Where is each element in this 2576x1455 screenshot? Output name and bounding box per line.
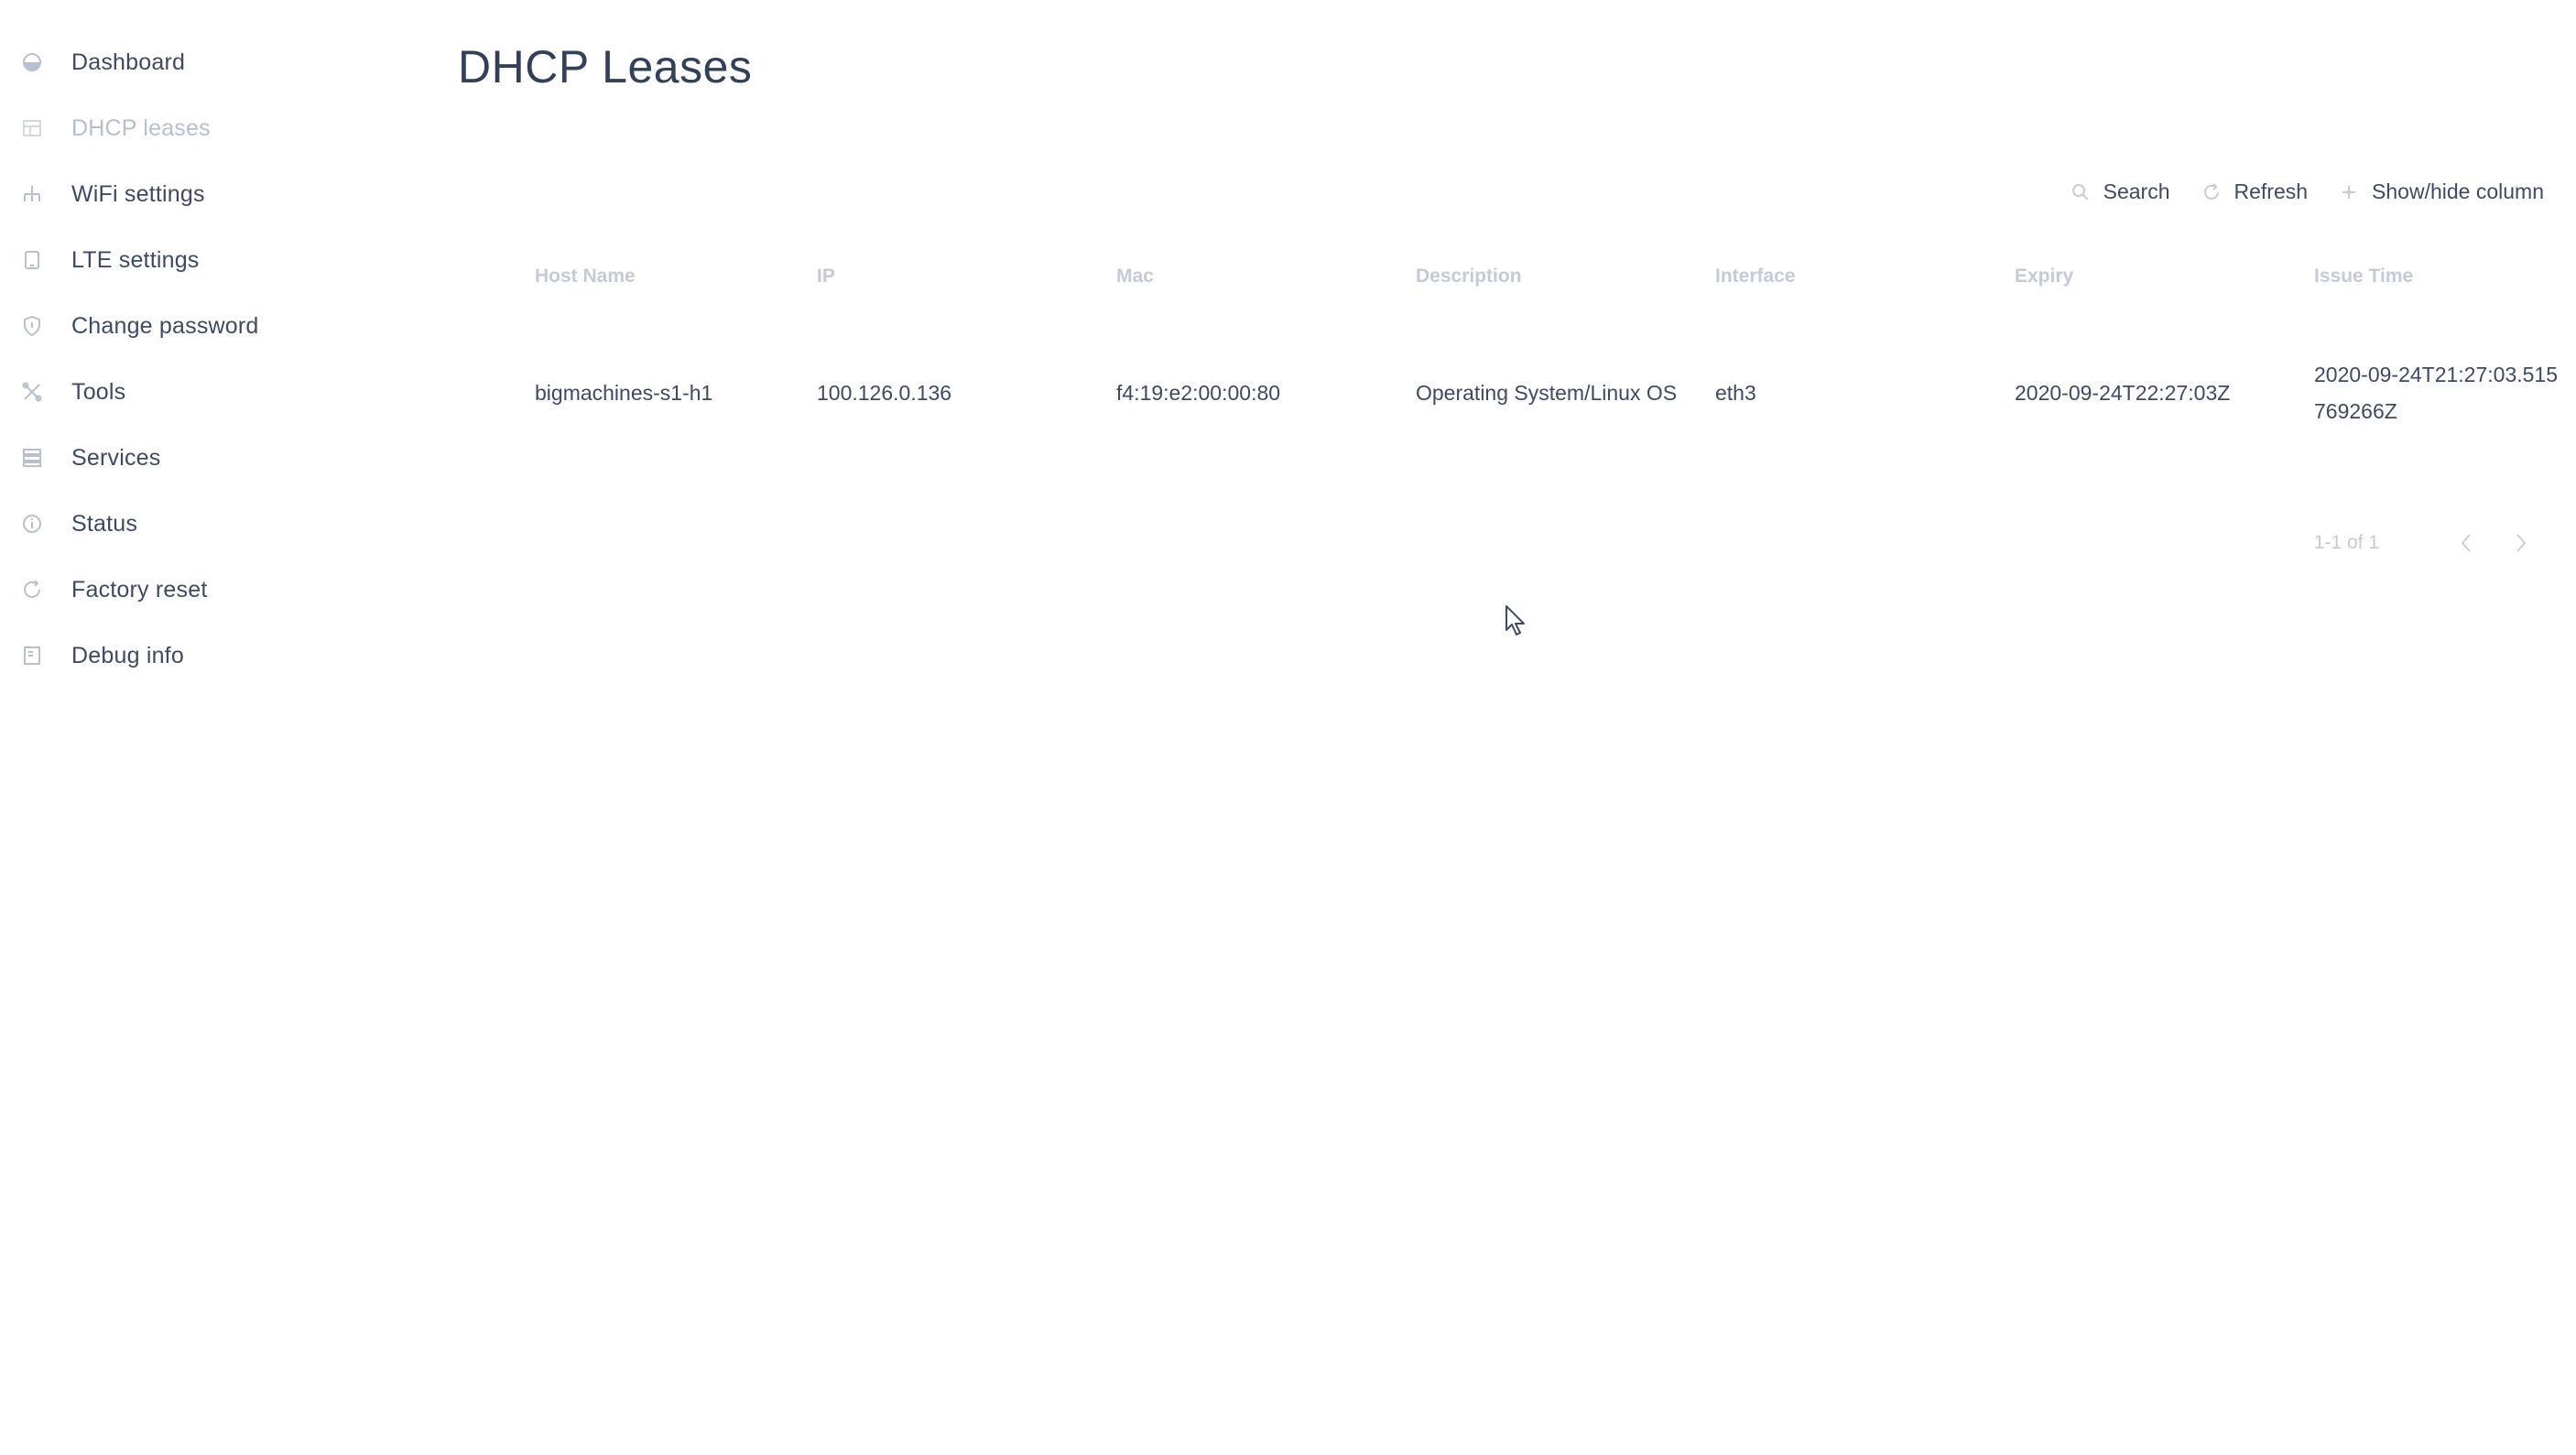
tools-icon — [20, 380, 44, 404]
sidebar-item-label: DHCP leases — [71, 114, 211, 141]
shield-icon — [20, 314, 44, 338]
network-icon — [20, 182, 44, 206]
show-hide-column-button[interactable]: Show/hide column — [2339, 179, 2544, 204]
chevron-right-icon — [2516, 534, 2527, 552]
sidebar-item-label: WiFi settings — [71, 180, 205, 207]
search-icon — [2071, 182, 2091, 202]
sidebar-item-tools[interactable]: Tools — [0, 359, 403, 425]
cell-host-name: bigmachines-s1-h1 — [535, 381, 713, 405]
search-label: Search — [2103, 179, 2170, 203]
column-header-interface[interactable]: Interface — [1715, 266, 2015, 288]
column-header-host-name[interactable]: Host Name — [535, 266, 817, 288]
column-header-ip[interactable]: IP — [817, 266, 1116, 288]
cell-interface: eth3 — [1715, 381, 1756, 405]
search-button[interactable]: Search — [2071, 179, 2170, 204]
sidebar-item-factory-reset[interactable]: Factory reset — [0, 557, 403, 623]
info-icon — [20, 512, 44, 536]
services-icon — [20, 446, 44, 470]
column-header-issue-time[interactable]: Issue Time — [2314, 266, 2559, 288]
sidebar-item-services[interactable]: Services — [0, 425, 403, 491]
page: Dashboard DHCP leases WiFi settings LTE … — [0, 0, 2576, 1455]
pagination-range: 1-1 of 1 — [2313, 532, 2379, 553]
sidebar-item-label: Status — [71, 510, 138, 537]
chevron-left-icon — [2461, 534, 2471, 552]
sidebar-item-label: Debug info — [71, 642, 184, 668]
column-header-mac[interactable]: Mac — [1116, 266, 1416, 288]
mouse-cursor-icon — [1505, 605, 1525, 635]
sidebar-item-wifi-settings[interactable]: WiFi settings — [0, 161, 403, 227]
column-header-expiry[interactable]: Expiry — [2015, 266, 2314, 288]
cell-mac: f4:19:e2:00:00:80 — [1116, 381, 1281, 405]
refresh-icon — [2201, 182, 2222, 202]
cell-description: Operating System/Linux OS — [1416, 381, 1678, 405]
table-icon — [20, 116, 44, 140]
cell-ip: 100.126.0.136 — [817, 381, 952, 405]
column-header-description[interactable]: Description — [1416, 266, 1715, 288]
sidebar-item-label: Tools — [71, 378, 126, 405]
document-icon — [20, 644, 44, 668]
sidebar-item-label: Services — [71, 444, 161, 471]
page-title: DHCP Leases — [458, 41, 753, 92]
table-toolbar: Search Refresh Show/hide column — [2039, 179, 2544, 204]
previous-page-button[interactable] — [2452, 529, 2480, 557]
sidebar-item-label: Dashboard — [71, 49, 186, 75]
dhcp-leases-table: Host Name IP Mac Description Interface E… — [535, 247, 2559, 480]
sidebar-item-dashboard[interactable]: Dashboard — [0, 29, 403, 95]
columns-icon — [2339, 182, 2359, 202]
sidebar-item-debug-info[interactable]: Debug info — [0, 623, 403, 689]
sidebar-item-status[interactable]: Status — [0, 491, 403, 557]
table-header: Host Name IP Mac Description Interface E… — [535, 247, 2559, 306]
cell-issue-time: 2020-09-24T21:27:03.515769266Z — [2314, 363, 2558, 423]
pagination: 1-1 of 1 — [2314, 529, 2535, 557]
reset-icon — [20, 578, 44, 602]
sidebar-item-label: LTE settings — [71, 246, 200, 273]
table-row[interactable]: bigmachines-s1-h1 100.126.0.136 f4:19:e2… — [535, 306, 2559, 480]
sidebar-item-dhcp-leases[interactable]: DHCP leases — [0, 95, 403, 161]
sidebar-item-change-password[interactable]: Change password — [0, 293, 403, 359]
sidebar-item-label: Change password — [71, 312, 259, 339]
sidebar: Dashboard DHCP leases WiFi settings LTE … — [0, 29, 403, 689]
refresh-label: Refresh — [2234, 179, 2309, 203]
refresh-button[interactable]: Refresh — [2201, 179, 2309, 204]
cell-expiry: 2020-09-24T22:27:03Z — [2015, 381, 2231, 405]
tablet-icon — [20, 248, 44, 272]
show-hide-column-label: Show/hide column — [2372, 179, 2544, 203]
next-page-button[interactable] — [2507, 529, 2535, 557]
sidebar-item-label: Factory reset — [71, 576, 208, 603]
dashboard-icon — [20, 50, 44, 74]
sidebar-item-lte-settings[interactable]: LTE settings — [0, 227, 403, 293]
